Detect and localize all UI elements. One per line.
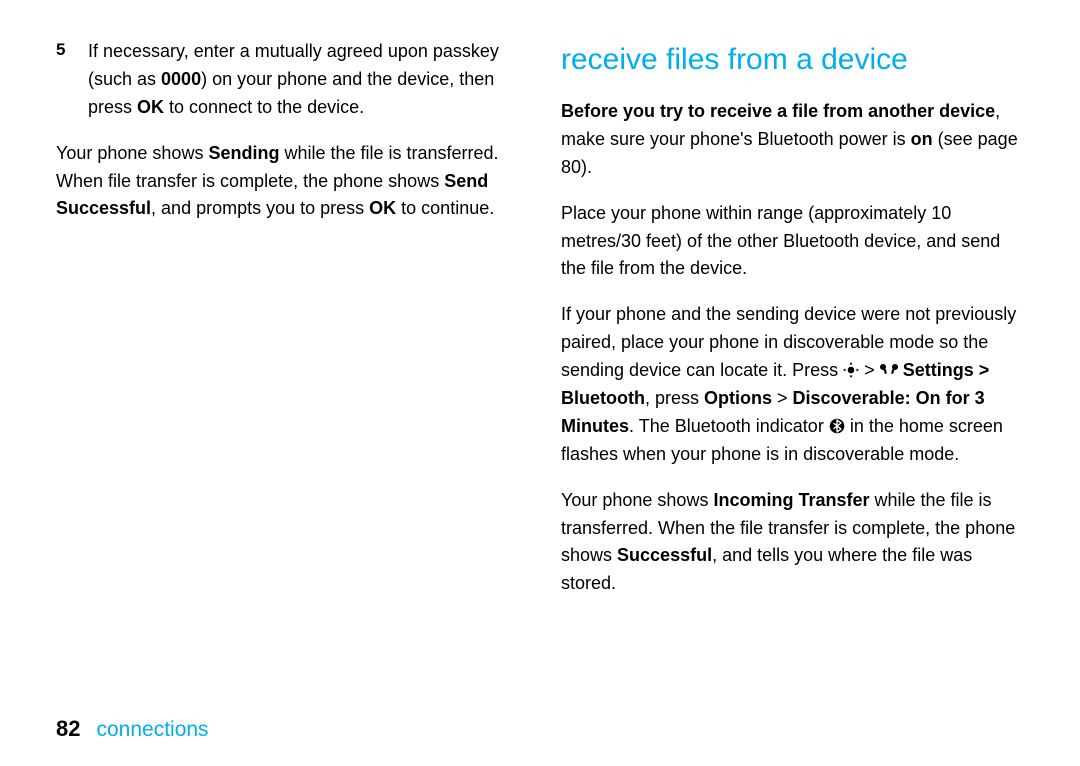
successful-label: Successful: [617, 545, 712, 565]
text-fragment: >: [772, 388, 793, 408]
incoming-transfer-label: Incoming Transfer: [713, 490, 869, 510]
ok-key: OK: [369, 198, 396, 218]
manual-page: 5 If necessary, enter a mutually agreed …: [0, 0, 1080, 766]
text-fragment: Your phone shows: [56, 143, 208, 163]
text-fragment: Your phone shows: [561, 490, 713, 510]
right-column: receive files from a device Before you t…: [561, 38, 1024, 616]
section-heading: receive files from a device: [561, 42, 1024, 78]
center-key-icon: [843, 362, 859, 378]
page-number: 82: [56, 716, 80, 741]
text-fragment: to continue.: [396, 198, 494, 218]
sending-paragraph: Your phone shows Sending while the file …: [56, 140, 519, 224]
page-footer: 82 connections: [56, 716, 209, 742]
discoverable-paragraph: If your phone and the sending device wer…: [561, 301, 1024, 468]
ok-key: OK: [137, 97, 164, 117]
chapter-label: connections: [96, 718, 208, 741]
text-fragment: to connect to the device.: [164, 97, 364, 117]
range-paragraph: Place your phone within range (approxima…: [561, 200, 1024, 284]
before-receive-paragraph: Before you try to receive a file from an…: [561, 98, 1024, 182]
text-fragment: , press: [645, 388, 704, 408]
text-fragment: . The Bluetooth indicator: [629, 416, 829, 436]
step-5-row: 5 If necessary, enter a mutually agreed …: [56, 38, 519, 122]
left-column: 5 If necessary, enter a mutually agreed …: [56, 38, 519, 616]
incoming-transfer-paragraph: Your phone shows Incoming Transfer while…: [561, 487, 1024, 599]
before-receive-bold: Before you try to receive a file from an…: [561, 101, 995, 121]
step-number: 5: [56, 38, 74, 122]
sending-label: Sending: [208, 143, 279, 163]
text-fragment: , and prompts you to press: [151, 198, 369, 218]
options-key: Options: [704, 388, 772, 408]
on-bold: on: [911, 129, 933, 149]
passkey-0000: 0000: [161, 69, 201, 89]
two-column-layout: 5 If necessary, enter a mutually agreed …: [56, 38, 1024, 616]
step-5-text: If necessary, enter a mutually agreed up…: [88, 38, 519, 122]
gt-separator: >: [864, 360, 880, 380]
bluetooth-icon: [829, 418, 845, 434]
tools-icon: [880, 362, 898, 378]
